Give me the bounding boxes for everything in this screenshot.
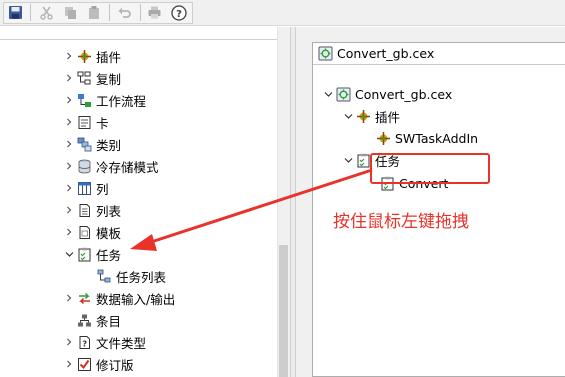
right-tree-swtaskaddin[interactable]: SWTaskAddIn [375,127,478,149]
tree-item-label: 插件 [96,49,122,65]
data-io-icon [76,290,92,306]
chevron-right-icon[interactable] [62,45,76,67]
tree-item-cold-storage[interactable]: 冷存储模式 [62,155,159,177]
panel-header: Convert_gb.cex [313,43,434,64]
tree-item-label: 复制 [96,71,122,87]
tree-item-label: 文件类型 [96,335,147,351]
item-icon [76,312,92,328]
left-scrollbar-thumb[interactable] [279,245,288,377]
tree-item-label: 列 [96,181,109,197]
tree-item-copy[interactable]: 复制 [62,67,121,89]
tree-item-plugins[interactable]: 插件 [62,45,121,67]
tree-item-label: 卡 [96,115,109,131]
right-tree-label: 插件 [375,109,401,125]
chevron-right-icon[interactable] [62,155,76,177]
right-tree-label: Convert_gb.cex [355,86,453,102]
tree-item-data-io[interactable]: 数据输入/输出 [62,287,175,309]
list-icon [76,202,92,218]
workflow-icon [76,92,92,108]
chevron-right-icon[interactable] [62,221,76,243]
tree-item-template[interactable]: 模板 [62,221,121,243]
copy-icon[interactable] [61,3,80,22]
save-icon[interactable] [6,3,25,22]
print-icon[interactable] [145,3,164,22]
tree-item-tasks[interactable]: 任务 [62,243,121,265]
chevron-right-icon[interactable] [62,177,76,199]
tree-item-task-list[interactable]: 任务列表 [96,265,166,287]
tree-item-revision[interactable]: 修订版 [62,353,134,375]
panel-header-divider [313,64,565,65]
tree-item-label: 任务 [96,247,122,263]
plugin-icon [76,48,92,64]
chevron-right-icon[interactable] [62,111,76,133]
copy-structure-icon [76,70,92,86]
task-list-icon [96,268,112,284]
tree-top-border [0,39,290,40]
paste-icon[interactable] [85,3,104,22]
left-tree-pane: 插件 复制 工作流程 卡 类别 冷存储模式 列 列表 模板 任务 任务列表 数据… [0,27,290,377]
help-icon[interactable]: ? [169,3,188,22]
svg-text:?: ? [82,339,87,348]
chevron-right-icon[interactable] [62,89,76,111]
right-tree-label: SWTaskAddIn [395,130,479,146]
tree-item-label: 列表 [96,203,122,219]
task-icon [355,152,371,168]
tree-item-label: 任务列表 [116,269,167,285]
cold-storage-icon [76,158,92,174]
tree-item-list[interactable]: 列表 [62,199,121,221]
tree-item-file-type[interactable]: ? 文件类型 [62,331,146,353]
cex-file-icon [335,86,351,102]
tree-item-category[interactable]: 类别 [62,133,121,155]
card-icon [76,114,92,130]
chevron-down-icon[interactable] [321,83,335,105]
plugin-icon [375,130,391,146]
chevron-right-icon[interactable] [62,353,76,375]
right-tree-plugins[interactable]: 插件 [341,105,400,127]
cex-file-icon [317,46,333,62]
toolbar: ? [0,0,565,26]
tree-item-workflow[interactable]: 工作流程 [62,89,146,111]
tree-item-label: 冷存储模式 [96,159,159,175]
svg-text:?: ? [176,9,182,20]
tree-item-label: 条目 [96,313,122,329]
right-tree-root[interactable]: Convert_gb.cex [321,83,452,105]
tree-item-card[interactable]: 卡 [62,111,109,133]
tree-item-label: 修订版 [96,357,134,373]
drag-instruction-annotation: 按住鼠标左键拖拽 [333,212,469,232]
tree-item-column[interactable]: 列 [62,177,109,199]
chevron-right-icon[interactable] [62,287,76,309]
tree-item-label: 类别 [96,137,122,153]
chevron-down-icon[interactable] [341,149,355,171]
chevron-right-icon[interactable] [62,67,76,89]
toolbar-separator [140,4,141,21]
tree-item-item[interactable]: 条目 [62,309,121,331]
tree-item-label: 工作流程 [96,93,147,109]
tree-item-label: 模板 [96,225,122,241]
undo-icon[interactable] [115,3,134,22]
category-icon [76,136,92,152]
chevron-down-icon[interactable] [62,243,76,265]
column-icon [76,180,92,196]
tree-item-label: 数据输入/输出 [96,291,176,307]
chevron-right-icon[interactable] [62,199,76,221]
right-pane: Convert_gb.cex Convert_gb.cex 插件 SWTaskA… [296,27,565,377]
drag-source-highlight [370,153,490,184]
toolbar-separator [30,4,31,21]
revision-icon [76,356,92,372]
panel-title: Convert_gb.cex [337,46,435,61]
chevron-right-icon[interactable] [62,331,76,353]
file-type-icon: ? [76,334,92,350]
cut-icon[interactable] [37,3,56,22]
task-icon [76,246,92,262]
plugin-icon [355,108,371,124]
template-icon [76,224,92,240]
chevron-right-icon[interactable] [62,133,76,155]
toolbar-separator [109,4,110,21]
chevron-down-icon[interactable] [341,105,355,127]
